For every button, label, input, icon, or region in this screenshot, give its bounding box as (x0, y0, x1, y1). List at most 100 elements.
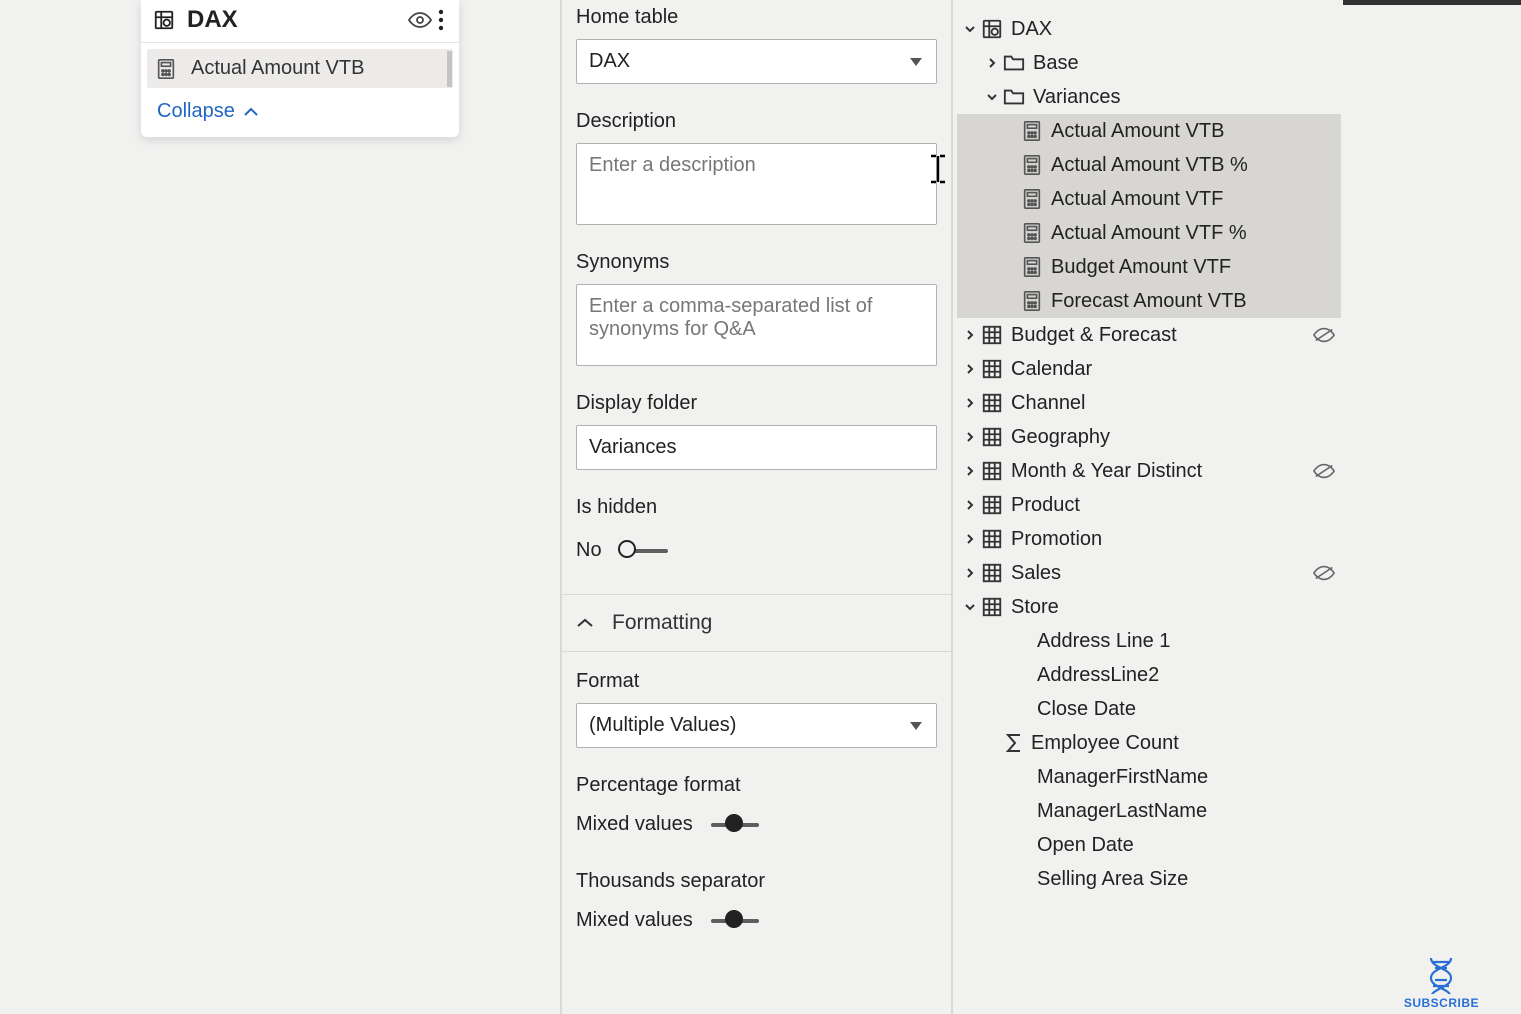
tree-table[interactable]: Geography (957, 420, 1341, 454)
format-select[interactable]: (Multiple Values) (576, 703, 937, 748)
tree-label: Address Line 1 (1037, 630, 1170, 653)
tree-measure[interactable]: Actual Amount VTF % (957, 216, 1341, 250)
chevron-down-icon (963, 23, 977, 35)
table-dax-icon (981, 18, 1003, 40)
display-folder-value: Variances (589, 436, 676, 459)
tree-column[interactable]: Close Date (957, 692, 1341, 726)
display-folder-input[interactable]: Variances (576, 425, 937, 470)
calculator-icon (1021, 290, 1043, 312)
tree-measure[interactable]: Budget Amount VTF (957, 250, 1341, 284)
home-table-value: DAX (589, 50, 630, 73)
thousands-separator-label: Thousands separator (576, 870, 937, 893)
synonyms-placeholder: Enter a comma-separated list of synonyms… (589, 295, 924, 341)
calculator-icon (1021, 188, 1043, 210)
calculator-icon (1021, 120, 1043, 142)
description-label: Description (576, 110, 937, 133)
calculator-icon (155, 58, 177, 80)
chevron-down-icon (910, 58, 922, 66)
tree-label: Month & Year Distinct (1011, 460, 1202, 483)
description-placeholder: Enter a description (589, 154, 756, 177)
table-icon (981, 324, 1003, 346)
tree-label: Promotion (1011, 528, 1102, 551)
table-icon (981, 528, 1003, 550)
hidden-icon (1313, 564, 1335, 582)
description-input[interactable]: Enter a description (576, 143, 937, 225)
percentage-value: Mixed values (576, 813, 693, 836)
tree-table[interactable]: Channel (957, 386, 1341, 420)
hidden-icon (1313, 326, 1335, 344)
tree-table-dax[interactable]: DAX (957, 12, 1341, 46)
is-hidden-value: No (576, 539, 602, 562)
table-icon (981, 562, 1003, 584)
tree-label: Geography (1011, 426, 1110, 449)
tree-measure[interactable]: Actual Amount VTB % (957, 148, 1341, 182)
chevron-right-icon (963, 465, 977, 477)
tree-table-store[interactable]: Store (957, 590, 1341, 624)
table-icon (981, 494, 1003, 516)
tree-label: Channel (1011, 392, 1086, 415)
table-icon (981, 426, 1003, 448)
tree-table[interactable]: Product (957, 488, 1341, 522)
tree-table[interactable]: Month & Year Distinct (957, 454, 1341, 488)
tree-label: Open Date (1037, 834, 1134, 857)
subscribe-badge[interactable]: SUBSCRIBE (1404, 954, 1479, 1010)
fields-tree: DAX Base Variances Actual Amount VTB Act… (957, 12, 1341, 896)
tree-label: Forecast Amount VTB (1051, 290, 1247, 313)
home-table-label: Home table (576, 6, 937, 29)
tree-column[interactable]: ManagerFirstName (957, 760, 1341, 794)
formatting-section-header[interactable]: Formatting (562, 594, 951, 652)
synonyms-label: Synonyms (576, 251, 937, 274)
chevron-right-icon (963, 397, 977, 409)
tree-column[interactable]: ManagerLastName (957, 794, 1341, 828)
thousands-toggle[interactable] (711, 919, 759, 923)
selected-measure-item[interactable]: Actual Amount VTB (147, 49, 453, 88)
chevron-right-icon (963, 329, 977, 341)
chevron-right-icon (963, 533, 977, 545)
thousands-value: Mixed values (576, 909, 693, 932)
chevron-right-icon (985, 57, 999, 69)
tree-table[interactable]: Calendar (957, 352, 1341, 386)
tree-label: AddressLine2 (1037, 664, 1159, 687)
chevron-right-icon (963, 499, 977, 511)
top-dark-strip (1343, 0, 1521, 5)
tree-table[interactable]: Budget & Forecast (957, 318, 1341, 352)
is-hidden-toggle[interactable] (620, 549, 668, 553)
dna-icon (1421, 954, 1461, 994)
tree-label: ManagerLastName (1037, 800, 1207, 823)
chevron-up-icon (243, 107, 259, 117)
tree-label: Actual Amount VTB % (1051, 154, 1248, 177)
chevron-down-icon (963, 601, 977, 613)
tree-folder-variances[interactable]: Variances (957, 80, 1341, 114)
more-options-icon[interactable] (433, 7, 449, 33)
tree-column-employee-count[interactable]: Employee Count (957, 726, 1341, 760)
collapse-button[interactable]: Collapse (141, 90, 459, 137)
percentage-format-label: Percentage format (576, 774, 937, 797)
tree-table[interactable]: Sales (957, 556, 1341, 590)
tree-table[interactable]: Promotion (957, 522, 1341, 556)
tree-column[interactable]: Address Line 1 (957, 624, 1341, 658)
folder-icon (1003, 87, 1025, 107)
tree-folder-base[interactable]: Base (957, 46, 1341, 80)
chevron-down-icon (985, 91, 999, 103)
formatting-title: Formatting (612, 611, 712, 635)
tree-measure[interactable]: Forecast Amount VTB (957, 284, 1341, 318)
properties-panel: Home table DAX Description Enter a descr… (560, 0, 953, 1014)
chevron-right-icon (963, 431, 977, 443)
hidden-icon (1313, 462, 1335, 480)
tree-measure[interactable]: Actual Amount VTF (957, 182, 1341, 216)
tree-measure[interactable]: Actual Amount VTB (957, 114, 1341, 148)
chevron-right-icon (963, 567, 977, 579)
synonyms-input[interactable]: Enter a comma-separated list of synonyms… (576, 284, 937, 366)
tree-column[interactable]: AddressLine2 (957, 658, 1341, 692)
tree-label: Close Date (1037, 698, 1136, 721)
visibility-icon[interactable] (407, 7, 433, 33)
calculator-icon (1021, 222, 1043, 244)
tree-column[interactable]: Open Date (957, 828, 1341, 862)
scrollbar-thumb[interactable] (447, 51, 452, 87)
card-item-label: Actual Amount VTB (191, 57, 364, 80)
home-table-select[interactable]: DAX (576, 39, 937, 84)
calculator-icon (1021, 154, 1043, 176)
percentage-toggle[interactable] (711, 823, 759, 827)
tree-column[interactable]: Selling Area Size (957, 862, 1341, 896)
tree-label: DAX (1011, 18, 1052, 41)
